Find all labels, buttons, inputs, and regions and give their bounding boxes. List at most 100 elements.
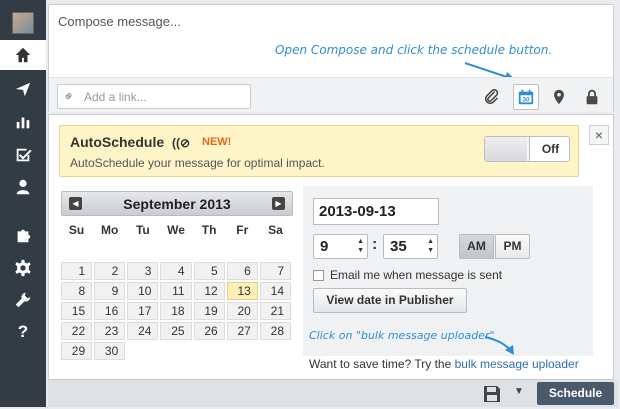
weekday-header: Th xyxy=(201,223,217,237)
new-badge: NEW! xyxy=(202,136,232,148)
hour-stepper-icon[interactable]: ▲ ▼ xyxy=(357,237,364,255)
calendar-day[interactable]: 1 xyxy=(61,262,93,280)
bulk-hint-arrow-icon xyxy=(484,336,514,355)
weekday-header: Mo xyxy=(101,223,119,237)
compose-hint: Open Compose and click the schedule butt… xyxy=(275,43,553,57)
save-draft-icon[interactable] xyxy=(482,384,502,404)
autoschedule-description: AutoSchedule your message for optimal im… xyxy=(70,156,325,170)
analytics-icon[interactable] xyxy=(0,107,46,137)
calendar-day[interactable]: 25 xyxy=(160,322,192,340)
schedule-button[interactable]: Schedule xyxy=(537,382,614,405)
weekday-header: We xyxy=(167,223,185,237)
calendar-day[interactable]: 4 xyxy=(160,262,192,280)
autoschedule-title: AutoSchedule ((⊘ xyxy=(70,134,190,150)
bulk-uploader-link[interactable]: bulk message uploader xyxy=(455,357,579,371)
calendar-empty-cell xyxy=(160,242,191,260)
calendar-day[interactable]: 24 xyxy=(127,322,159,340)
calendar-day[interactable]: 30 xyxy=(94,342,126,360)
calendar-day[interactable]: 23 xyxy=(94,322,126,340)
calendar-empty-cell xyxy=(194,242,225,260)
apps-icon[interactable] xyxy=(0,220,46,250)
calendar-empty-cell xyxy=(260,242,291,260)
calendar-day[interactable]: 11 xyxy=(160,282,192,300)
calendar-day[interactable]: 21 xyxy=(259,302,291,320)
calendar-day[interactable]: 3 xyxy=(127,262,159,280)
attachment-icon[interactable] xyxy=(479,84,505,110)
calendar-day[interactable]: 13 xyxy=(226,282,258,300)
am-button[interactable]: AM xyxy=(459,234,494,259)
calendar-grid: Su Mo Tu We Th Fr Sa 1 2 3 4 5 6 7 8 9 10 11 12 13 14 15 16 17… xyxy=(59,218,293,362)
weekday-header: Fr xyxy=(236,223,249,237)
calendar-day[interactable]: 26 xyxy=(193,322,225,340)
calendar-empty-cell xyxy=(260,342,291,360)
date-input[interactable] xyxy=(313,198,439,225)
hour-select[interactable]: 9 ▲ ▼ xyxy=(313,234,368,259)
calendar-day[interactable]: 14 xyxy=(259,282,291,300)
weekday-header: Sa xyxy=(268,223,283,237)
calendar-empty-cell xyxy=(127,242,158,260)
autoschedule-banner: AutoSchedule ((⊘ NEW! AutoSchedule your … xyxy=(59,125,579,177)
schedule-panel: AutoSchedule ((⊘ NEW! AutoSchedule your … xyxy=(48,114,614,380)
autoschedule-logo-icon: ((⊘ xyxy=(172,136,191,150)
calendar-day[interactable]: 29 xyxy=(61,342,93,360)
calendar-day[interactable]: 18 xyxy=(160,302,192,320)
close-button[interactable]: × xyxy=(589,125,609,145)
calendar-empty-cell xyxy=(94,242,125,260)
calendar-header: ◀ September 2013 ▶ xyxy=(61,191,293,216)
link-field[interactable]: ⚭ xyxy=(57,84,251,109)
calendar-day[interactable]: 2 xyxy=(94,262,126,280)
lock-icon[interactable] xyxy=(579,84,605,110)
link-input[interactable] xyxy=(84,89,244,104)
autoschedule-toggle[interactable]: Off xyxy=(484,136,570,162)
svg-text:30: 30 xyxy=(522,97,530,104)
compose-input[interactable]: Compose message... xyxy=(58,14,181,29)
minute-select[interactable]: 35 ▲ ▼ xyxy=(383,234,438,259)
assignments-icon[interactable] xyxy=(0,140,46,170)
calendar-day[interactable]: 9 xyxy=(94,282,126,300)
calendar-empty-cell xyxy=(194,342,225,360)
calendar-day[interactable]: 19 xyxy=(193,302,225,320)
calendar-day[interactable]: 22 xyxy=(61,322,93,340)
minute-stepper-icon[interactable]: ▲ ▼ xyxy=(427,237,434,255)
next-month-icon[interactable]: ▶ xyxy=(272,197,285,210)
email-checkbox-row[interactable]: Email me when message is sent xyxy=(313,268,502,282)
calendar-day[interactable]: 20 xyxy=(226,302,258,320)
calendar-day[interactable]: 12 xyxy=(193,282,225,300)
settings-icon[interactable] xyxy=(0,253,46,283)
main: Compose message... Open Compose and clic… xyxy=(48,0,618,407)
toggle-knob[interactable] xyxy=(485,137,527,161)
compose-toolbar: ⚭ 30 xyxy=(49,77,613,112)
compose-box[interactable]: Compose message... Open Compose and clic… xyxy=(48,4,614,112)
calendar-day[interactable]: 5 xyxy=(193,262,225,280)
home-icon[interactable] xyxy=(0,40,46,70)
calendar-day[interactable]: 10 xyxy=(127,282,159,300)
calendar-day[interactable]: 15 xyxy=(61,302,93,320)
weekday-header: Tu xyxy=(135,223,150,237)
save-dropdown-icon[interactable]: ▼ xyxy=(514,386,524,397)
schedule-calendar-icon[interactable]: 30 xyxy=(513,84,539,110)
link-icon: ⚭ xyxy=(58,86,79,106)
calendar-day[interactable]: 6 xyxy=(226,262,258,280)
location-pin-icon[interactable] xyxy=(546,84,572,110)
contacts-icon[interactable] xyxy=(0,172,46,202)
send-icon[interactable] xyxy=(0,74,46,104)
calendar-empty-cell xyxy=(127,342,158,360)
calendar-day[interactable]: 7 xyxy=(259,262,291,280)
email-checkbox-label: Email me when message is sent xyxy=(330,268,503,282)
calendar-day[interactable]: 8 xyxy=(61,282,93,300)
calendar-day[interactable]: 28 xyxy=(259,322,291,340)
calendar-day[interactable]: 16 xyxy=(94,302,126,320)
calendar-day[interactable]: 17 xyxy=(127,302,159,320)
bulk-hint: Click on "bulk message uploader" xyxy=(309,329,495,342)
autoschedule-title-text: AutoSchedule xyxy=(70,134,165,150)
email-checkbox[interactable] xyxy=(313,269,324,281)
pm-button[interactable]: PM xyxy=(495,234,530,259)
calendar: ◀ September 2013 ▶ Su Mo Tu We Th Fr Sa 123456… xyxy=(61,191,293,362)
tools-icon[interactable] xyxy=(0,285,46,315)
view-date-button[interactable]: View date in Publisher xyxy=(313,288,467,313)
sidebar: ? xyxy=(0,0,46,407)
toggle-label: Off xyxy=(529,137,569,161)
calendar-day[interactable]: 27 xyxy=(226,322,258,340)
avatar[interactable] xyxy=(12,12,34,34)
help-icon[interactable]: ? xyxy=(0,317,46,347)
